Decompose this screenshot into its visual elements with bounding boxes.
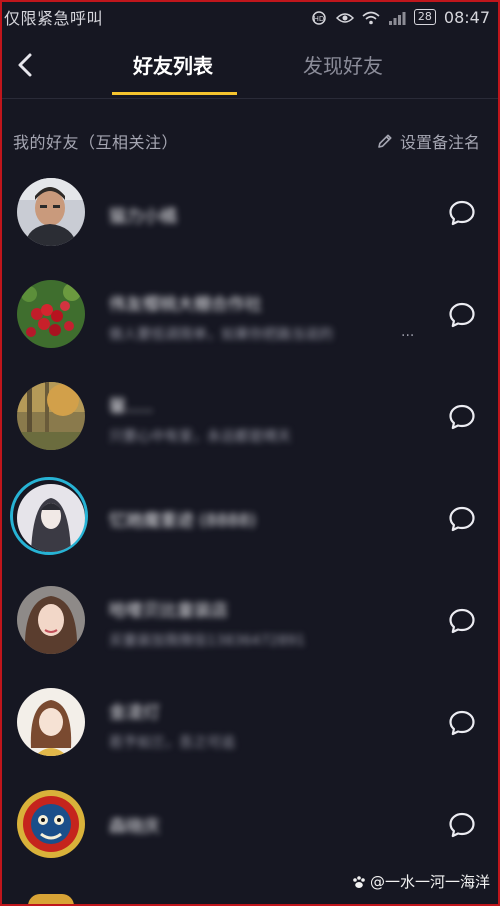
friend-row[interactable]: 森晓庆 — [0, 772, 500, 872]
svg-text:HD: HD — [314, 15, 325, 23]
friend-name: 哈喽贝比童装店 — [109, 601, 228, 621]
friend-name: 金凌灯 — [109, 703, 160, 723]
chat-bubble-icon[interactable] — [447, 810, 477, 840]
next-avatar-peek — [28, 894, 74, 906]
avatar — [17, 178, 85, 246]
paw-icon — [353, 875, 365, 888]
status-icons: HD 28 08:47 — [310, 8, 490, 27]
back-button[interactable] — [10, 48, 40, 82]
wifi-icon — [362, 10, 380, 25]
friend-row[interactable]: 伟友樱桃大棚合作社 做人要低调简单，如果你把路当说的 ... — [0, 262, 500, 362]
avatar — [17, 484, 85, 552]
status-bar: 仅限紧急呼叫 HD 28 08:47 — [0, 0, 500, 34]
chat-bubble-icon[interactable] — [447, 606, 477, 636]
tab-friend-list[interactable]: 好友列表 — [133, 48, 213, 84]
carrier-text: 仅限紧急呼叫 — [4, 9, 104, 28]
truncation-ellipsis: ... — [401, 324, 415, 340]
friend-name: 伟友樱桃大棚合作社 — [109, 295, 262, 315]
chat-bubble-icon[interactable] — [447, 504, 477, 534]
friend-signature: 做人要低调简单，如果你把路当说的 — [109, 327, 333, 343]
friend-row[interactable]: 猫力小橘 — [0, 160, 500, 260]
avatar — [17, 280, 85, 348]
friend-signature: 买童装加我微信13836472891 — [109, 633, 305, 649]
friend-name: 森晓庆 — [109, 817, 160, 837]
friend-name: 馨..... — [109, 397, 154, 417]
eye-comfort-icon — [335, 10, 354, 24]
avatar — [17, 790, 85, 858]
chat-bubble-icon[interactable] — [447, 198, 477, 228]
section-header: 我的好友（互相关注） 设置备注名 — [0, 124, 500, 158]
avatar — [17, 382, 85, 450]
friend-row[interactable]: 哈喽贝比童装店 买童装加我微信13836472891 — [0, 568, 500, 668]
pencil-icon — [378, 134, 392, 148]
watermark: @一水一河一海洋 — [351, 871, 490, 892]
clock: 08:47 — [443, 7, 490, 27]
chat-bubble-icon[interactable] — [447, 402, 477, 432]
battery-icon: 28 — [413, 9, 436, 25]
top-nav: 好友列表 发现好友 — [0, 34, 500, 99]
set-remark-label: 设置备注名 — [399, 133, 480, 152]
friend-name: 猫力小橘 — [109, 207, 177, 227]
friend-row[interactable]: 忆她魔重迹 (8888) — [0, 466, 500, 566]
chat-bubble-icon[interactable] — [447, 708, 477, 738]
friend-signature: 若予如兰，吾之可追 — [109, 735, 235, 751]
section-title: 我的好友（互相关注） — [13, 133, 179, 152]
friend-name: 忆她魔重迹 (8888) — [109, 511, 256, 531]
hd-call-icon: HD — [310, 10, 328, 25]
friend-signature: 只要心中有爱，永远都是晴天 — [109, 429, 291, 445]
watermark-text: @一水一河一海洋 — [369, 873, 490, 891]
set-remark-button[interactable]: 设置备注名 — [376, 129, 480, 153]
chat-bubble-icon[interactable] — [447, 300, 477, 330]
tab-discover-friends[interactable]: 发现好友 — [303, 48, 383, 84]
chevron-left-icon — [18, 53, 32, 77]
active-tab-indicator — [112, 92, 237, 95]
friend-row[interactable]: 馨..... 只要心中有爱，永远都是晴天 — [0, 364, 500, 464]
friend-row[interactable]: 金凌灯 若予如兰，吾之可追 — [0, 670, 500, 770]
avatar — [17, 688, 85, 756]
avatar — [17, 586, 85, 654]
signal-icon — [388, 10, 406, 25]
